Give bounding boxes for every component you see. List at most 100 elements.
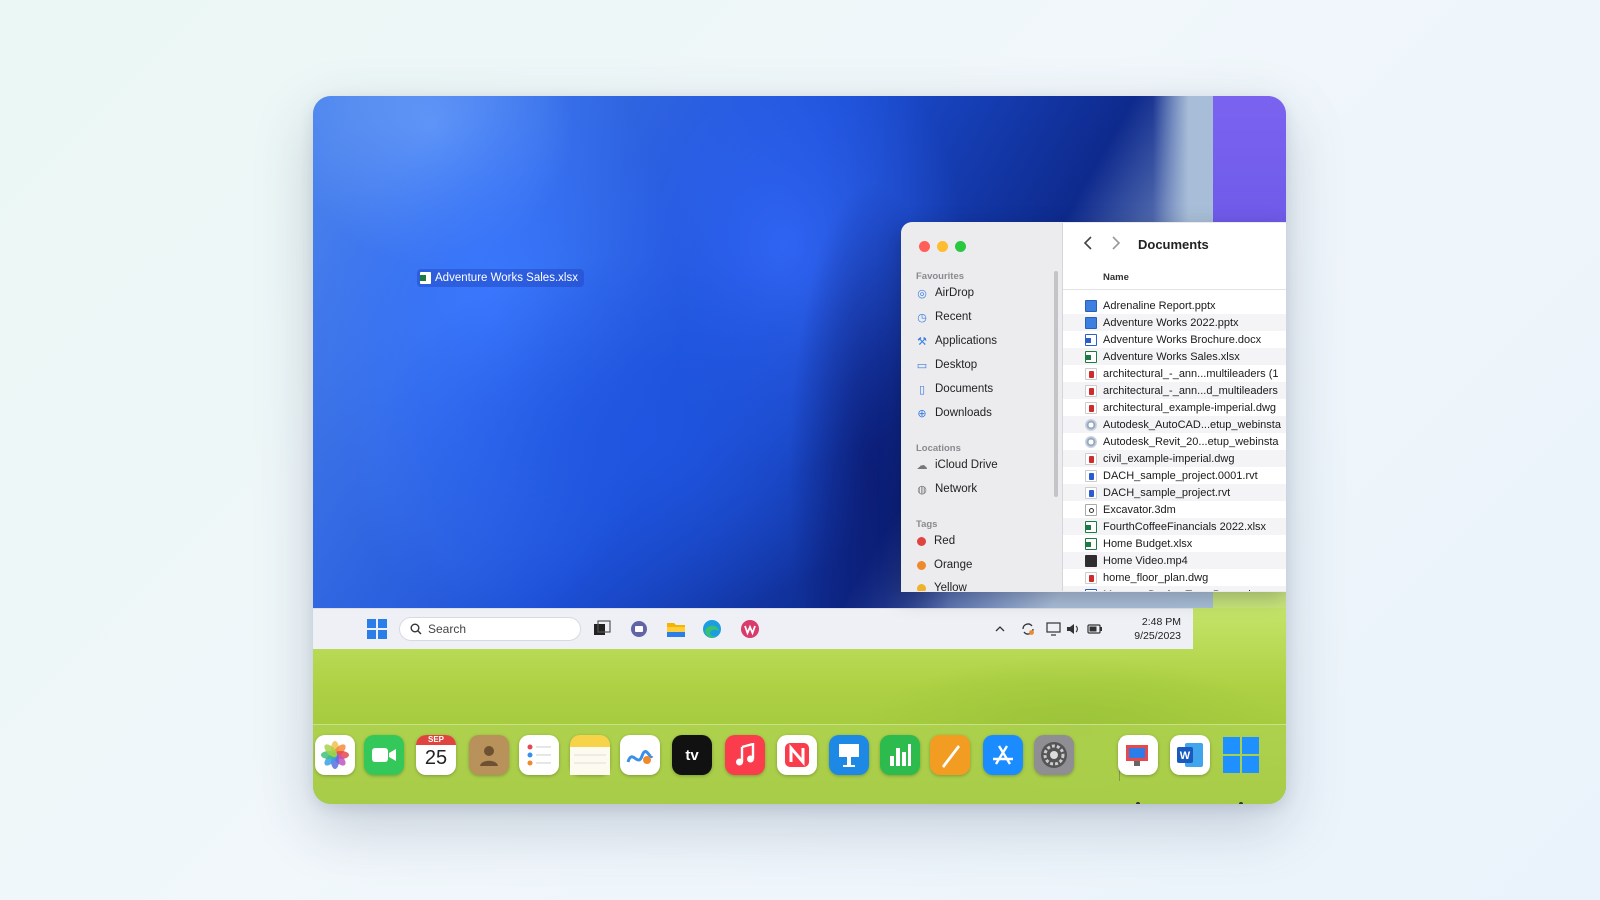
news-app-icon[interactable] bbox=[777, 735, 817, 775]
sidebar-item-icloud-drive[interactable]: ☁ iCloud Drive bbox=[916, 459, 998, 472]
music-app-icon[interactable] bbox=[725, 735, 765, 775]
file-name: Adventure Works Brochure.docx bbox=[1103, 333, 1262, 346]
office-icon[interactable] bbox=[740, 609, 760, 649]
file-list: Adrenaline Report.pptx Adventure Works 20… bbox=[1063, 297, 1286, 592]
close-button[interactable] bbox=[919, 241, 930, 252]
desktop-file-item[interactable]: Adventure Works Sales.xlsx bbox=[417, 269, 584, 287]
chevron-up-icon[interactable] bbox=[995, 609, 1005, 649]
pptx-file-icon bbox=[1085, 299, 1097, 312]
window-title: Documents bbox=[1138, 237, 1209, 252]
system-settings-icon[interactable] bbox=[1034, 735, 1074, 775]
taskbar-search-box[interactable]: Search bbox=[399, 617, 581, 641]
sidebar-item-desktop[interactable]: ▭ Desktop bbox=[916, 359, 977, 372]
sidebar-item-downloads[interactable]: ⊕ Downloads bbox=[916, 407, 992, 420]
desktop-icon: ▭ bbox=[916, 359, 928, 372]
docx-file-icon bbox=[1085, 588, 1097, 591]
clock-icon: ◷ bbox=[917, 311, 927, 324]
file-row[interactable]: DACH_sample_project.rvt bbox=[1063, 484, 1286, 501]
back-chevron-icon[interactable] bbox=[1083, 236, 1093, 255]
file-row[interactable]: Adventure Works 2022.pptx bbox=[1063, 314, 1286, 331]
sidebar-item-tag-yellow[interactable]: Yellow bbox=[916, 582, 967, 591]
file-row[interactable]: Autodesk_Revit_20...etup_webinsta bbox=[1063, 433, 1286, 450]
taskbar-clock[interactable]: 2:48 PM 9/25/2023 bbox=[1134, 615, 1181, 643]
tag-orange-dot bbox=[917, 560, 926, 570]
apple-tv-app-icon[interactable]: tv bbox=[672, 735, 712, 775]
dwg-file-icon bbox=[1085, 452, 1097, 465]
calendar-app-icon[interactable]: SEP 25 bbox=[416, 735, 456, 775]
teams-chat-icon[interactable] bbox=[629, 609, 649, 649]
sidebar-item-documents[interactable]: ▯ Documents bbox=[916, 383, 994, 396]
windows-app-icon[interactable] bbox=[1221, 735, 1261, 775]
sidebar-item-recent[interactable]: ◷ Recent bbox=[916, 311, 971, 324]
file-row[interactable]: architectural_example-imperial.dwg bbox=[1063, 399, 1286, 416]
word-app-icon[interactable]: W bbox=[1170, 735, 1210, 775]
favourites-heading: Favourites bbox=[916, 271, 965, 282]
file-row[interactable]: architectural_-_ann...multileaders (1 bbox=[1063, 365, 1286, 382]
file-name: civil_example-imperial.dwg bbox=[1103, 452, 1235, 465]
keynote-app-icon[interactable] bbox=[829, 735, 869, 775]
airdrop-icon: ◎ bbox=[917, 287, 927, 300]
edge-icon[interactable] bbox=[702, 609, 722, 649]
file-row[interactable]: Autodesk_AutoCAD...etup_webinsta bbox=[1063, 416, 1286, 433]
photos-app-icon[interactable] bbox=[315, 735, 355, 775]
reminders-app-icon[interactable] bbox=[519, 735, 559, 775]
file-row[interactable]: FourthCoffeeFinancials 2022.xlsx bbox=[1063, 518, 1286, 535]
freeform-app-icon[interactable] bbox=[620, 735, 660, 775]
notes-app-icon[interactable] bbox=[570, 735, 610, 775]
windows-taskbar: Search 2:48 PM 9/25/2023 bbox=[313, 608, 1193, 649]
volume-icon[interactable] bbox=[1066, 609, 1080, 649]
applications-icon: ⚒ bbox=[917, 335, 927, 348]
xlsx-file-icon bbox=[1085, 520, 1097, 533]
app-store-icon[interactable] bbox=[983, 735, 1023, 775]
file-row[interactable]: Home Video.mp4 bbox=[1063, 552, 1286, 569]
running-indicator bbox=[1136, 802, 1140, 804]
file-row[interactable]: Adrenaline Report.pptx bbox=[1063, 297, 1286, 314]
file-explorer-icon[interactable] bbox=[666, 609, 686, 649]
sidebar-item-tag-orange[interactable]: Orange bbox=[916, 559, 972, 571]
tags-heading: Tags bbox=[916, 519, 938, 530]
file-row[interactable]: Excavator.3dm bbox=[1063, 501, 1286, 518]
mp4-file-icon bbox=[1085, 554, 1097, 567]
battery-icon[interactable] bbox=[1087, 609, 1103, 649]
file-row[interactable]: Adventure Works Brochure.docx bbox=[1063, 331, 1286, 348]
file-name: DACH_sample_project.rvt bbox=[1103, 486, 1231, 499]
sidebar-item-applications[interactable]: ⚒ Applications bbox=[916, 335, 997, 348]
file-row[interactable]: Home Budget.xlsx bbox=[1063, 535, 1286, 552]
contacts-app-icon[interactable] bbox=[469, 735, 509, 775]
remote-desktop-app-icon[interactable] bbox=[1118, 735, 1158, 775]
facetime-app-icon[interactable] bbox=[364, 735, 404, 775]
minimize-button[interactable] bbox=[937, 241, 948, 252]
sidebar-item-network[interactable]: ◍ Network bbox=[916, 483, 977, 496]
file-row[interactable]: Adventure Works Sales.xlsx bbox=[1063, 348, 1286, 365]
windows-start-icon[interactable] bbox=[367, 609, 387, 649]
column-header-row: Name bbox=[1063, 267, 1286, 290]
file-row[interactable]: civil_example-imperial.dwg bbox=[1063, 450, 1286, 467]
column-header-name[interactable]: Name bbox=[1103, 272, 1129, 283]
file-name: Autodesk_Revit_20...etup_webinsta bbox=[1103, 435, 1279, 448]
dwg-file-icon bbox=[1085, 367, 1097, 380]
tag-yellow-dot bbox=[917, 583, 926, 591]
sidebar-item-label: iCloud Drive bbox=[935, 459, 998, 471]
file-row[interactable]: home_floor_plan.dwg bbox=[1063, 569, 1286, 586]
finder-toolbar: Documents bbox=[1063, 223, 1286, 267]
sync-icon[interactable] bbox=[1020, 609, 1036, 649]
file-name: Museum Design Term Paper.docx bbox=[1103, 589, 1268, 592]
zoom-button[interactable] bbox=[955, 241, 966, 252]
pages-app-icon[interactable] bbox=[930, 735, 970, 775]
forward-chevron-icon[interactable] bbox=[1111, 236, 1121, 255]
file-row[interactable]: architectural_-_ann...d_multileaders bbox=[1063, 382, 1286, 399]
numbers-app-icon[interactable] bbox=[880, 735, 920, 775]
sidebar-item-tag-red[interactable]: Red bbox=[916, 535, 955, 547]
excel-file-icon bbox=[420, 272, 431, 284]
file-row[interactable]: Museum Design Term Paper.docx bbox=[1063, 586, 1286, 592]
sidebar-scrollbar[interactable] bbox=[1054, 271, 1058, 497]
pkg-file-icon bbox=[1085, 435, 1097, 448]
sidebar-item-label: Orange bbox=[934, 559, 973, 571]
file-row[interactable]: DACH_sample_project.0001.rvt bbox=[1063, 467, 1286, 484]
sidebar-item-label: Documents bbox=[935, 383, 994, 395]
sidebar-item-airdrop[interactable]: ◎ AirDrop bbox=[916, 287, 974, 300]
file-name: DACH_sample_project.0001.rvt bbox=[1103, 469, 1258, 482]
display-icon[interactable] bbox=[1046, 609, 1062, 649]
task-view-icon[interactable] bbox=[593, 609, 611, 649]
window-controls bbox=[919, 241, 966, 252]
